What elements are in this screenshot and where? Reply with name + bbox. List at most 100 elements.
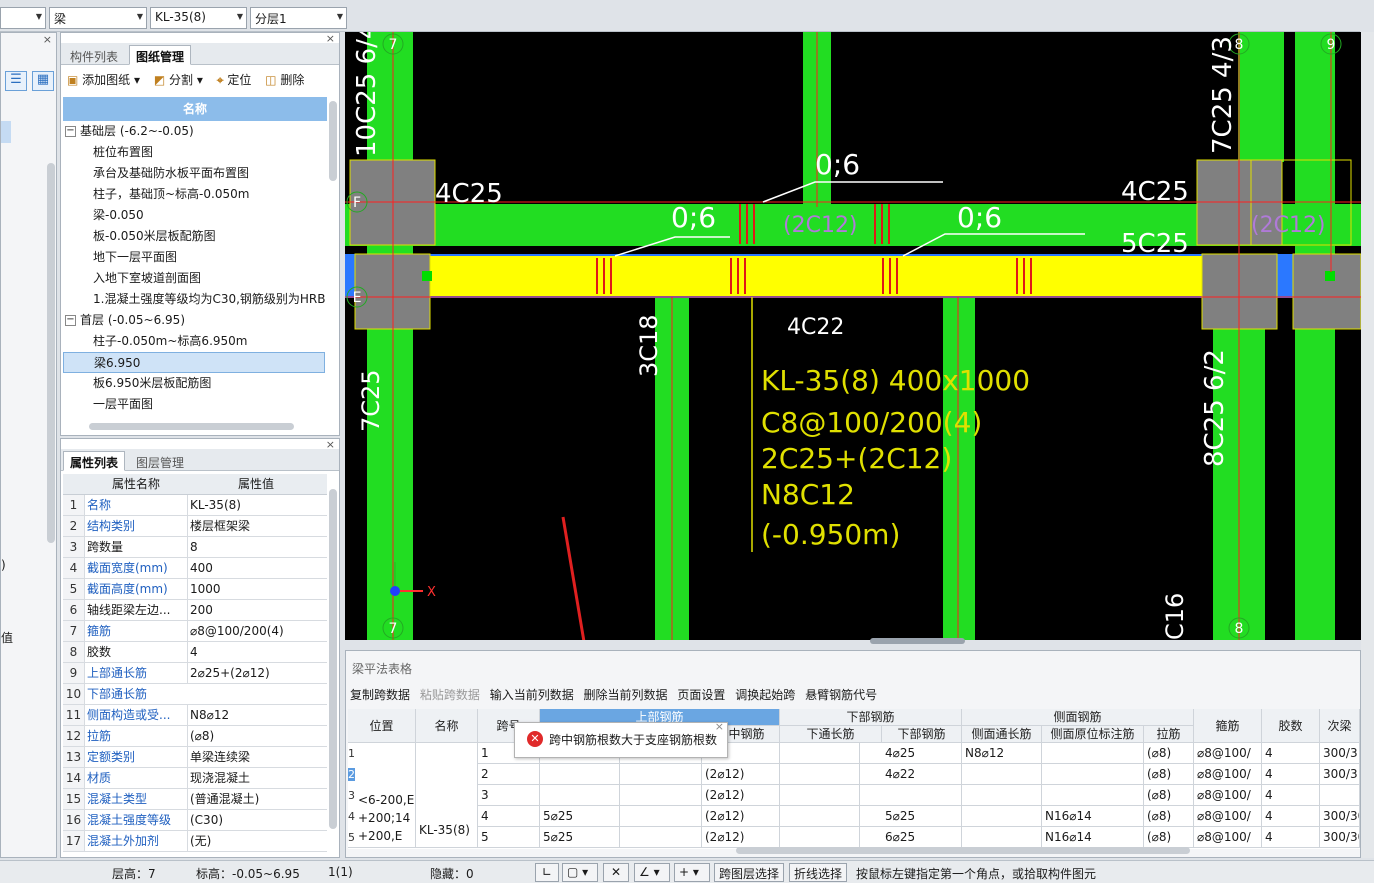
table-cell[interactable]: 4 [1262, 764, 1320, 785]
row-index[interactable]: 1 [348, 747, 355, 760]
table-cell[interactable]: (2⌀12) [702, 785, 780, 806]
table-cell[interactable]: 4 [1262, 785, 1320, 806]
table-cell[interactable]: N16⌀14 [1042, 806, 1144, 827]
tree-item[interactable]: 承台及基础防水板平面布置图 [63, 163, 325, 184]
combo-floor[interactable]: ▼ [0, 7, 46, 29]
table-cell[interactable] [962, 785, 1042, 806]
combo-component[interactable]: KL-35(8) ▼ [150, 7, 247, 29]
cross-layer-select-button[interactable]: 跨图层选择 [714, 863, 785, 882]
tree-item[interactable]: 柱子，基础顶~标高-0.050m [63, 184, 325, 205]
table-cell[interactable]: 4 [1262, 806, 1320, 827]
property-row[interactable]: 8 胶数 4 [63, 642, 327, 663]
tab-component-list[interactable]: 构件列表 [63, 45, 125, 65]
property-row[interactable]: 3 跨数量 8 [63, 537, 327, 558]
property-value[interactable]: 单梁连续梁 [187, 747, 325, 767]
table-cell[interactable]: N8⌀12 [962, 743, 1042, 764]
property-row[interactable]: 11 侧面构造或受... N8⌀12 [63, 705, 327, 726]
tree-item[interactable]: 梁-0.050 [63, 205, 325, 226]
table-cell[interactable]: N16⌀14 [1042, 827, 1144, 848]
locate-button[interactable]: ⌖ 定位 [217, 71, 252, 88]
table-cell[interactable] [1042, 743, 1144, 764]
property-value[interactable]: 400 [187, 558, 325, 578]
list-view-icon[interactable]: ☰ [5, 71, 27, 91]
table-cell[interactable] [1042, 785, 1144, 806]
close-icon[interactable]: × [43, 33, 52, 46]
table-cell[interactable] [780, 743, 860, 764]
table-cell[interactable]: 5 [478, 827, 540, 848]
tree-item[interactable]: 一层平面图 [63, 394, 325, 415]
tree-group[interactable]: − 首层 (-0.05~6.95) [63, 310, 325, 331]
table-cell[interactable]: 6⌀25 [882, 827, 962, 848]
table-cell[interactable]: 300/300 [1320, 806, 1360, 827]
table-cell[interactable]: 4 [1262, 743, 1320, 764]
tree-item[interactable]: 入地下室坡道剖面图 [63, 268, 325, 289]
scrollbar[interactable] [329, 489, 337, 829]
table-cell[interactable]: 300/300 [1320, 827, 1360, 848]
tree-item[interactable]: 板-0.050米层板配筋图 [63, 226, 325, 247]
table-cell[interactable] [620, 764, 702, 785]
table-cell[interactable] [620, 827, 702, 848]
table-cell[interactable]: ⌀8@100/ [1194, 827, 1262, 848]
table-cell[interactable]: 5⌀25 [540, 806, 620, 827]
property-row[interactable]: 13 定额类别 单梁连续梁 [63, 747, 327, 768]
add-drawing-button[interactable]: ▣ 添加图纸 ▾ [67, 71, 140, 88]
scrollbar[interactable] [47, 163, 55, 543]
table-cell[interactable]: 300/3 [1320, 764, 1360, 785]
table-cell[interactable]: (⌀8) [1144, 827, 1194, 848]
table-cell[interactable]: 4⌀25 [882, 743, 962, 764]
table-cell[interactable] [620, 785, 702, 806]
property-row[interactable]: 14 材质 现浇混凝土 [63, 768, 327, 789]
property-value[interactable]: 4 [187, 642, 325, 662]
ortho-toggle-icon[interactable]: ∟ [535, 863, 559, 882]
scrollbar[interactable] [329, 101, 337, 181]
table-cell[interactable] [882, 785, 962, 806]
table-cell[interactable] [540, 785, 620, 806]
table-cell[interactable] [1320, 785, 1360, 806]
table-cell[interactable] [780, 785, 860, 806]
table-cell[interactable] [1042, 764, 1144, 785]
table-cell[interactable]: ⌀8@100/ [1194, 764, 1262, 785]
split-button[interactable]: ◩ 分割 ▾ [154, 71, 203, 88]
table-cell[interactable]: (2⌀12) [702, 806, 780, 827]
table-cell[interactable] [540, 764, 620, 785]
table-cell[interactable]: (2⌀12) [702, 827, 780, 848]
property-value[interactable]: 200 [187, 600, 325, 620]
property-row[interactable]: 7 箍筋 ⌀8@100/200(4) [63, 621, 327, 642]
table-cell[interactable]: (⌀8) [1144, 785, 1194, 806]
collapse-icon[interactable]: − [65, 315, 76, 326]
table-cell[interactable] [780, 764, 860, 785]
h-scrollbar[interactable] [89, 423, 294, 430]
property-value[interactable]: 8 [187, 537, 325, 557]
table-cell[interactable]: (⌀8) [1144, 743, 1194, 764]
table-cell[interactable]: 4 [1262, 827, 1320, 848]
row-index[interactable]: 2 [348, 768, 355, 781]
polyline-select-button[interactable]: 折线选择 [789, 863, 848, 882]
property-value[interactable]: N8⌀12 [187, 705, 325, 725]
close-icon[interactable]: × [715, 720, 724, 733]
property-row[interactable]: 9 上部通长筋 2⌀25+(2⌀12) [63, 663, 327, 684]
cross-icon[interactable]: ✕ [603, 863, 629, 882]
tree-group[interactable]: − 基础层 (-6.2~-0.05) [63, 121, 325, 142]
property-value[interactable]: ⌀8@100/200(4) [187, 621, 325, 641]
property-value[interactable]: (⌀8) [187, 726, 325, 746]
property-row[interactable]: 5 截面高度(mm) 1000 [63, 579, 327, 600]
grid-view-icon[interactable]: ▦ [32, 71, 54, 91]
delete-button[interactable]: ◫ 删除 [265, 71, 304, 88]
table-cell[interactable]: ⌀8@100/ [1194, 785, 1262, 806]
tree-item[interactable]: 板6.950米层板配筋图 [63, 373, 325, 394]
name-cell[interactable]: KL-35(8) [416, 743, 478, 848]
row-index[interactable]: 3 [348, 789, 355, 802]
property-value[interactable]: 1000 [187, 579, 325, 599]
collapse-icon[interactable]: − [65, 126, 76, 137]
property-row[interactable]: 2 结构类别 楼层框架梁 [63, 516, 327, 537]
tree-item[interactable]: 1.混凝土强度等级均为C30,钢筋级别为HRB400 [63, 289, 325, 310]
row-index[interactable]: 5 [348, 831, 355, 844]
snap-toggle-icon[interactable]: ▢ ▾ [562, 863, 598, 882]
table-cell[interactable] [780, 806, 860, 827]
table-cell[interactable]: (2⌀12) [702, 764, 780, 785]
tree-item[interactable]: 桩位布置图 [63, 142, 325, 163]
property-row[interactable]: 17 混凝土外加剂 (无) [63, 831, 327, 852]
delete-column-button[interactable]: 删除当前列数据 [584, 688, 668, 702]
table-cell[interactable]: (⌀8) [1144, 764, 1194, 785]
table-cell[interactable]: 5⌀25 [882, 806, 962, 827]
